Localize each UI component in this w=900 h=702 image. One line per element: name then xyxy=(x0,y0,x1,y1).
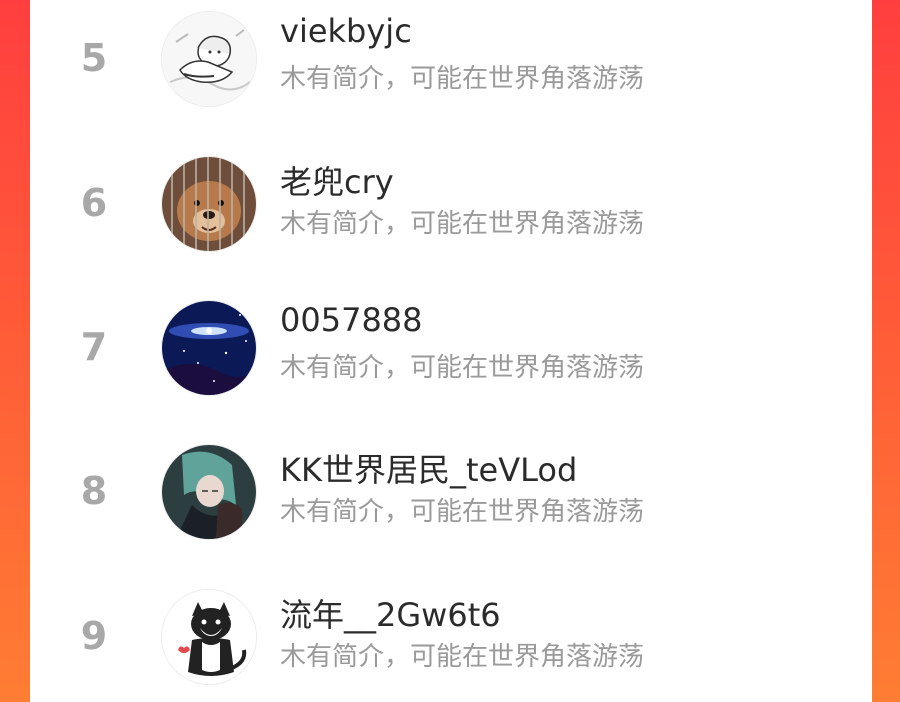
user-description: 木有简介，可能在世界角落游荡 xyxy=(280,353,645,383)
user-name[interactable]: viekbyjc xyxy=(280,12,412,50)
rank-number: 7 xyxy=(80,325,108,369)
user-name[interactable]: 老兜cry xyxy=(280,157,394,203)
rank-number: 5 xyxy=(80,36,108,80)
rank-number: 8 xyxy=(80,469,108,513)
ranking-list: 5 viekbyjc 木有简介，可能在世界角落游荡 6 老兜cry 木有简介，可… xyxy=(30,0,872,702)
ranking-row[interactable]: 6 老兜cry 木有简介，可能在世界角落游荡 xyxy=(30,145,872,265)
rank-number: 6 xyxy=(80,181,108,225)
user-description: 木有简介，可能在世界角落游荡 xyxy=(280,497,645,527)
dog-in-cage-avatar-icon[interactable] xyxy=(162,157,256,251)
ranking-row[interactable]: 8 KK世界居民_teVLod 木有简介，可能在世界角落游荡 xyxy=(30,433,872,553)
user-description: 木有简介，可能在世界角落游荡 xyxy=(280,64,645,94)
user-description: 木有简介，可能在世界角落游荡 xyxy=(280,642,645,672)
ranking-row[interactable]: 7 0057888 木有简介，可能在世界角落游荡 xyxy=(30,289,872,409)
ranking-row[interactable]: 9 流年__2Gw6t6 木有简介，可能在世界角落游荡 xyxy=(30,578,872,698)
black-white-cat-avatar-icon[interactable] xyxy=(162,590,256,684)
galaxy-avatar-icon[interactable] xyxy=(162,301,256,395)
anime-girl-sketch-avatar-icon[interactable] xyxy=(162,12,256,106)
user-name[interactable]: 流年__2Gw6t6 xyxy=(280,590,501,636)
user-name[interactable]: 0057888 xyxy=(280,301,423,339)
user-name[interactable]: KK世界居民_teVLod xyxy=(280,445,577,491)
anime-hug-avatar-icon[interactable] xyxy=(162,445,256,539)
ranking-row[interactable]: 5 viekbyjc 木有简介，可能在世界角落游荡 xyxy=(30,0,872,120)
rank-number: 9 xyxy=(80,614,108,658)
user-description: 木有简介，可能在世界角落游荡 xyxy=(280,209,645,239)
